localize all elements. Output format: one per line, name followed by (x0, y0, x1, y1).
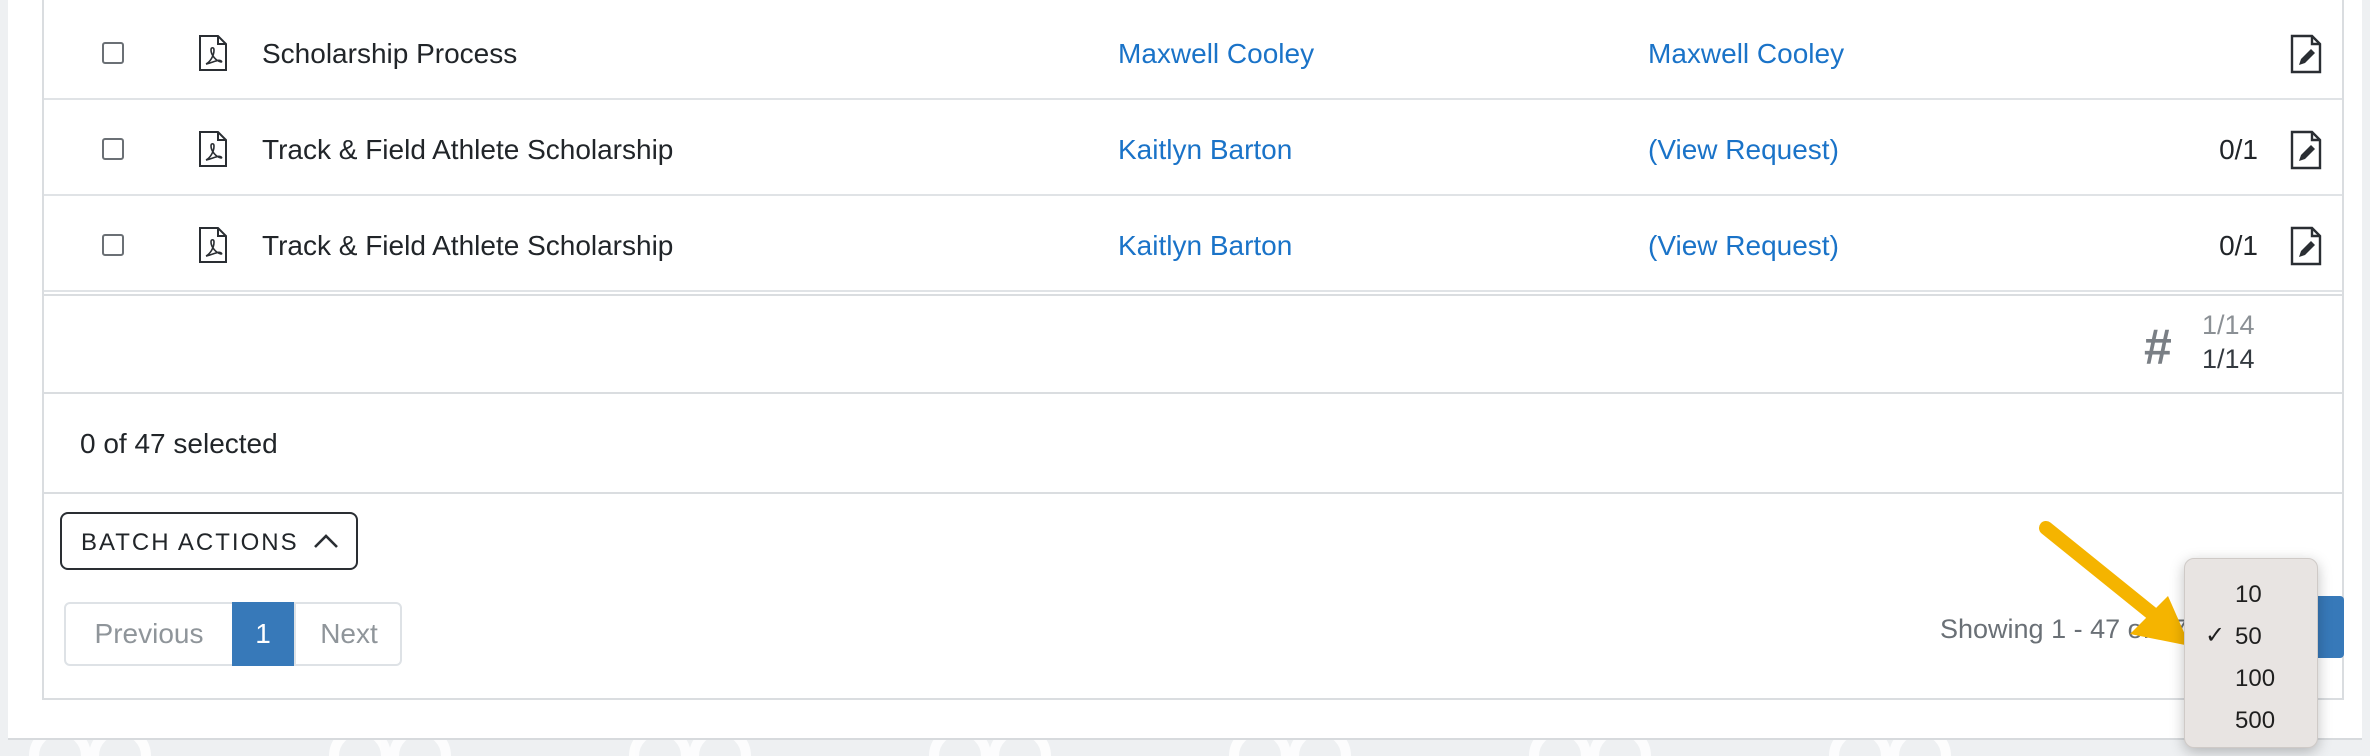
documents-panel: Scholarship Process Maxwell Cooley Maxwe… (8, 0, 2362, 740)
annotation-arrow-icon (2039, 521, 2190, 646)
selection-row: 0 of 47 selected (44, 394, 2342, 494)
table-row: Scholarship Process Maxwell Cooley Maxwe… (44, 4, 2342, 100)
selection-count: 0 of 47 selected (80, 428, 278, 459)
per-page-option-50[interactable]: ✓ 50 (2185, 615, 2317, 655)
per-page-option-500[interactable]: 500 (2185, 699, 2317, 739)
table-row: Track & Field Athlete Scholarship Kaitly… (44, 196, 2342, 292)
pdf-file-icon (199, 131, 227, 167)
row-checkbox[interactable] (102, 138, 124, 160)
signature-count: 0/1 (2219, 230, 2258, 261)
pdf-file-icon (199, 35, 227, 71)
view-request-link[interactable]: (View Request) (1648, 134, 1839, 166)
pdf-file-icon (199, 227, 227, 263)
checkmark-icon: ✓ (2205, 622, 2226, 649)
page-1-button[interactable]: 1 (232, 602, 294, 666)
edit-document-icon[interactable] (2290, 34, 2322, 74)
pagination: Previous 1 Next (64, 602, 402, 666)
owner-link[interactable]: Maxwell Cooley (1118, 38, 1314, 70)
per-page-dropdown: 10 ✓ 50 100 500 (2184, 558, 2318, 748)
documents-table: Scholarship Process Maxwell Cooley Maxwe… (42, 0, 2344, 700)
table-row: Track & Field Athlete Scholarship Kaitly… (44, 100, 2342, 196)
per-page-option-100[interactable]: 100 (2185, 657, 2317, 697)
batch-actions-button[interactable]: BATCH ACTIONS (60, 512, 358, 570)
owner-link[interactable]: Kaitlyn Barton (1118, 230, 1292, 262)
batch-actions-label: BATCH ACTIONS (81, 529, 299, 556)
document-name[interactable]: Scholarship Process (262, 38, 517, 70)
signature-count: 0/1 (2219, 134, 2258, 165)
owner-link[interactable]: Kaitlyn Barton (1118, 134, 1292, 166)
edit-document-icon[interactable] (2290, 226, 2322, 266)
view-request-link[interactable]: (View Request) (1648, 230, 1839, 262)
summary-row: # 1/14 1/14 (44, 294, 2342, 394)
row-checkbox[interactable] (102, 234, 124, 256)
document-name[interactable]: Track & Field Athlete Scholarship (262, 230, 673, 262)
per-page-option-10[interactable]: 10 (2185, 573, 2317, 613)
row-checkbox[interactable] (102, 42, 124, 64)
next-page-button[interactable]: Next (294, 604, 402, 664)
hash-icon: # (2144, 319, 2172, 375)
previous-page-button[interactable]: Previous (66, 604, 232, 664)
summary-fraction-page: 1/14 (2202, 344, 2255, 374)
chevron-up-icon (314, 534, 338, 548)
requester-link[interactable]: Maxwell Cooley (1648, 38, 1844, 70)
summary-fraction-total: 1/14 (2202, 310, 2255, 340)
document-name[interactable]: Track & Field Athlete Scholarship (262, 134, 673, 166)
edit-document-icon[interactable] (2290, 130, 2322, 170)
